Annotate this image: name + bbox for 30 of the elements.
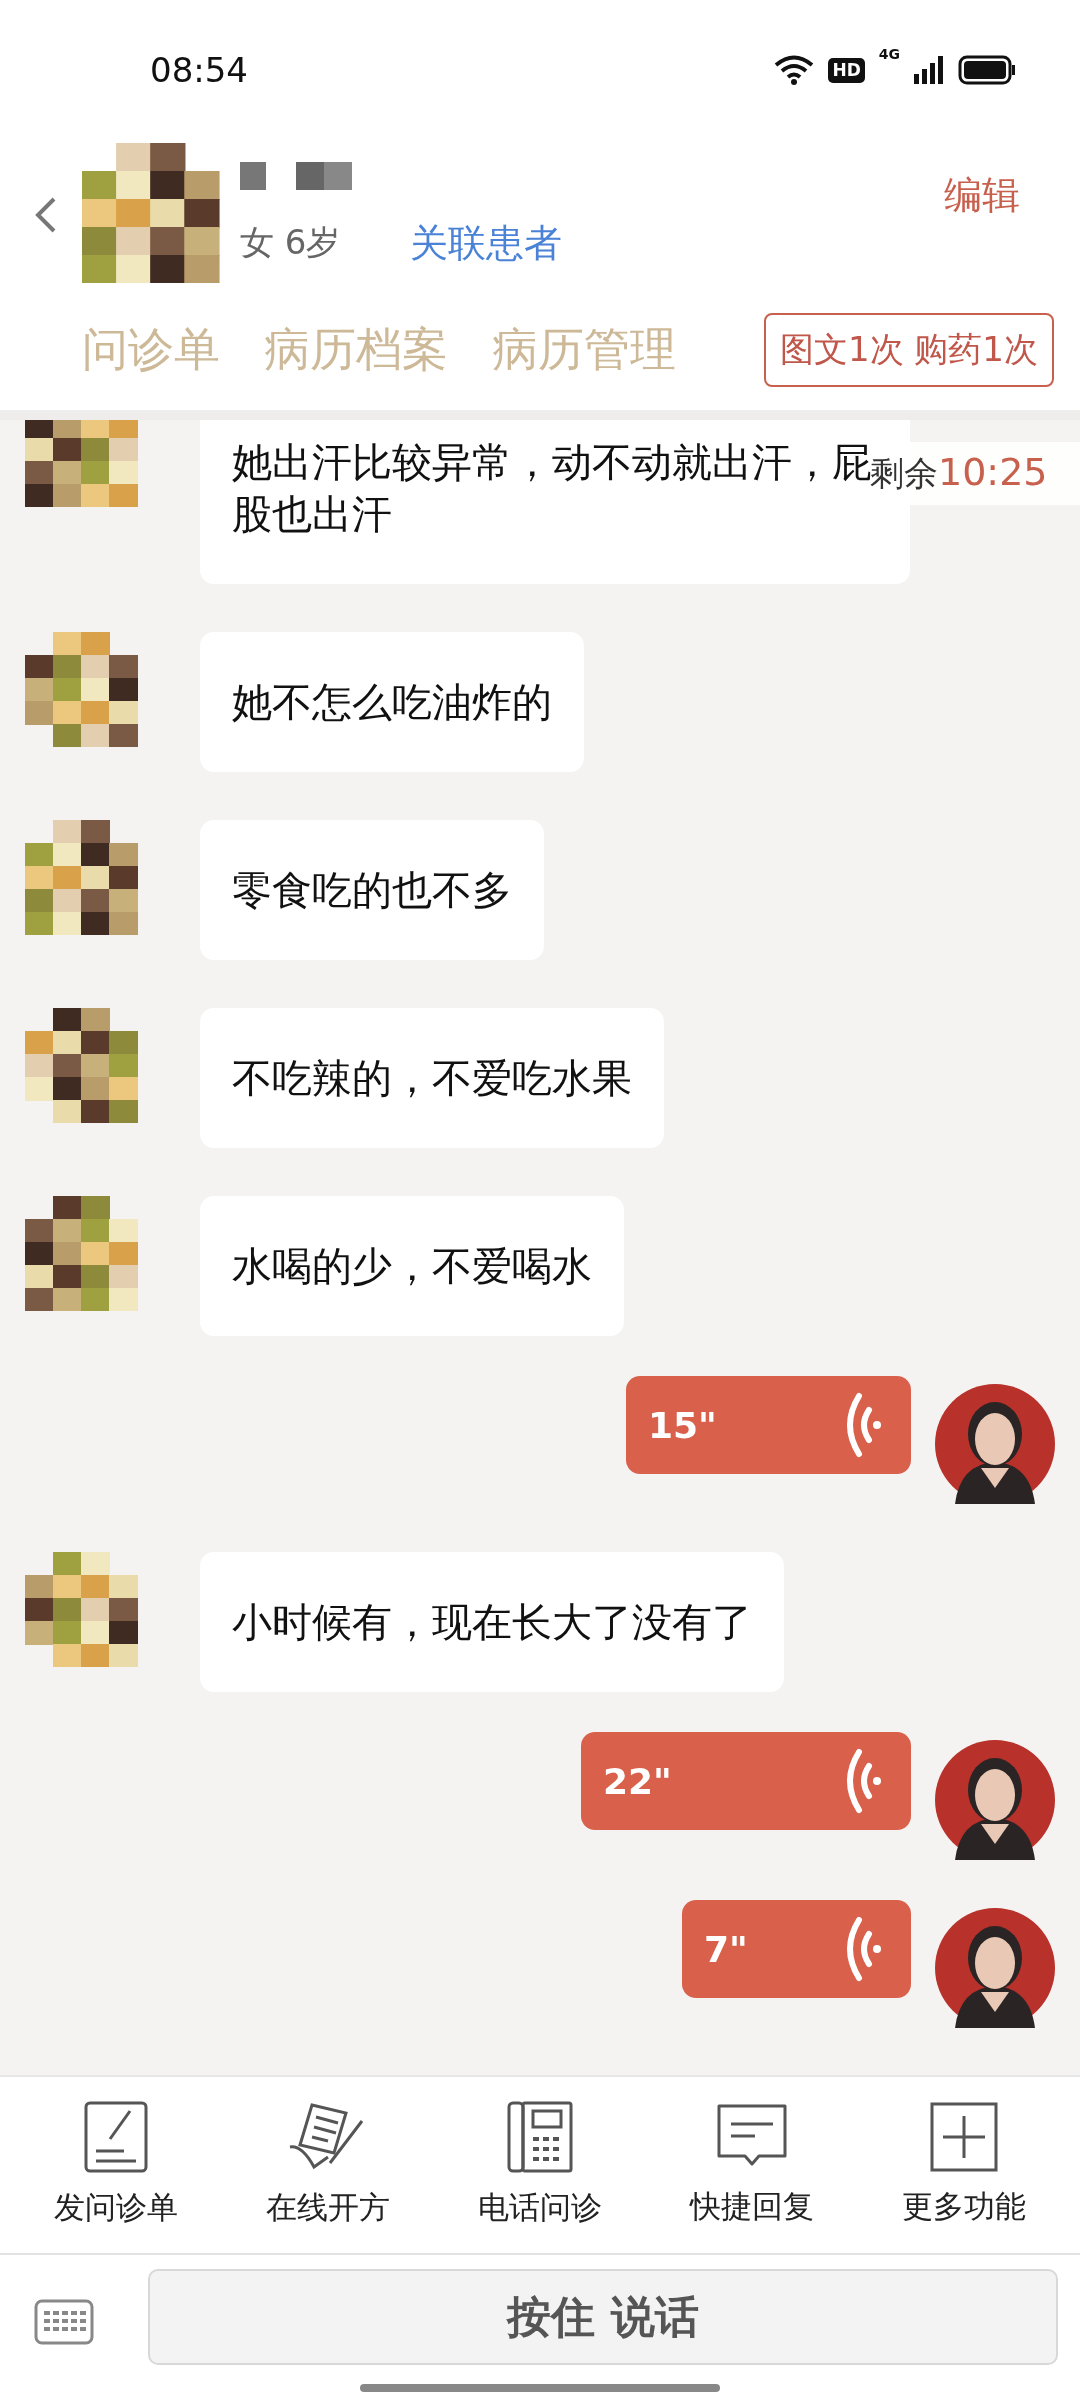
form-pen-icon xyxy=(84,2101,148,2173)
hold-to-talk-button[interactable]: 按住 说话 xyxy=(148,2269,1058,2365)
message-bubble: 小时候有，现在长大了没有了 xyxy=(200,1552,784,1692)
status-time: 08:54 xyxy=(150,50,248,90)
hd-indicator: HD xyxy=(828,57,865,83)
toolbar-button[interactable]: 发问诊单 xyxy=(16,2101,216,2229)
signal-icon xyxy=(914,56,944,84)
message-bubble: 零食吃的也不多 xyxy=(200,820,544,960)
network-type: 4G xyxy=(878,46,900,62)
voice-message[interactable]: 22" xyxy=(581,1732,911,1830)
plus-square-icon xyxy=(930,2102,998,2172)
voice-message[interactable]: 7" xyxy=(682,1900,911,1998)
toolbar-button[interactable]: 更多功能 xyxy=(864,2102,1064,2228)
message-bubble: 她不怎么吃油炸的 xyxy=(200,632,584,772)
keyboard-icon[interactable] xyxy=(34,2299,94,2345)
toolbar-button[interactable]: 快捷回复 xyxy=(652,2102,852,2228)
edit-link[interactable]: 编辑 xyxy=(944,169,1020,221)
remaining-time: 剩余10:25 xyxy=(870,442,1080,505)
message-bubble: 水喝的少，不爱喝水 xyxy=(200,1196,624,1336)
gender-age: 女 6岁 xyxy=(240,221,341,264)
voice-message[interactable]: 15" xyxy=(626,1376,911,1474)
desk-phone-icon xyxy=(507,2101,573,2173)
quota-badge: 图文1次 购药1次 xyxy=(763,313,1054,387)
link-patient-link[interactable]: 关联患者 xyxy=(410,217,563,269)
battery-icon xyxy=(958,55,1016,85)
toolbar-button[interactable]: 电话问诊 xyxy=(440,2101,640,2229)
message-bubble: 不吃辣的，不爱吃水果 xyxy=(200,1008,664,1148)
wifi-icon xyxy=(774,54,815,86)
toolbar-button[interactable]: 在线开方 xyxy=(228,2101,428,2229)
back-icon[interactable] xyxy=(34,195,58,235)
